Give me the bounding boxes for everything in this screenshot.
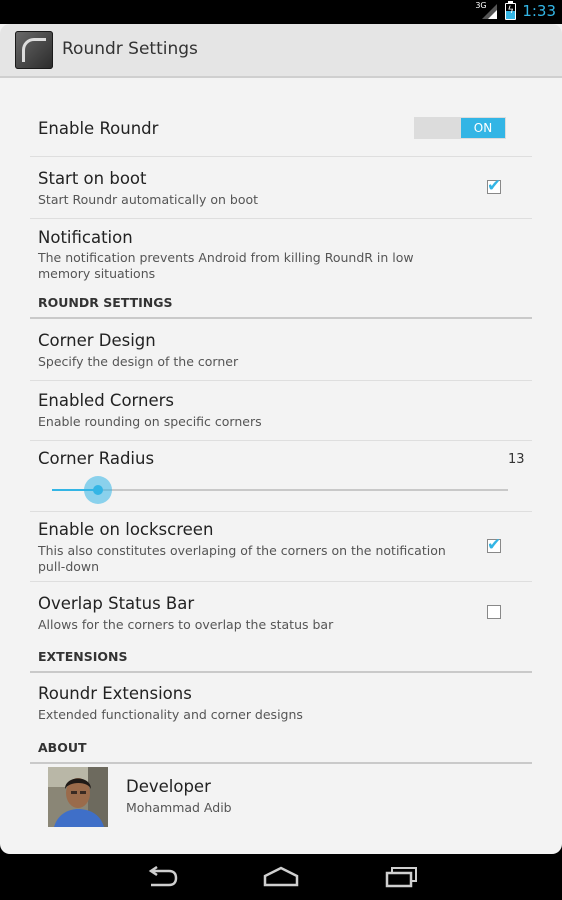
pref-enable-roundr[interactable]: Enable Roundr ON	[30, 77, 532, 157]
start-on-boot-checkbox[interactable]: ✔	[487, 176, 501, 196]
back-icon[interactable]	[145, 865, 179, 892]
charging-bolt-icon: ϟ	[507, 4, 514, 16]
pref-title: Developer	[126, 777, 211, 796]
pref-title: Corner Radius	[38, 449, 155, 468]
corner-radius-value: 13	[508, 452, 525, 467]
navigation-bar	[0, 854, 562, 900]
enable-lockscreen-checkbox[interactable]: ✔	[487, 535, 501, 555]
pref-title: Corner Design	[38, 331, 156, 350]
pref-title: Enable Roundr	[38, 119, 159, 138]
battery-icon: ϟ	[505, 0, 517, 20]
pref-enable-lockscreen[interactable]: Enable on lockscreen This also constitut…	[30, 512, 532, 582]
pref-title: Notification	[38, 228, 133, 247]
pref-summary: Extended functionality and corner design…	[38, 707, 303, 722]
pref-summary: Start Roundr automatically on boot	[38, 192, 259, 207]
pref-summary: Enable rounding on specific corners	[38, 414, 262, 429]
action-bar: Roundr Settings	[0, 24, 562, 78]
developer-avatar	[48, 767, 108, 827]
page-title: Roundr Settings	[62, 39, 198, 59]
overlap-status-bar-checkbox[interactable]	[487, 605, 501, 619]
pref-overlap-status-bar[interactable]: Overlap Status Bar Allows for the corner…	[30, 582, 532, 648]
checkmark-icon: ✔	[487, 176, 502, 196]
pref-corner-radius: Corner Radius 13	[30, 441, 532, 512]
pref-title: Start on boot	[38, 169, 147, 188]
pref-corner-design[interactable]: Corner Design Specify the design of the …	[30, 320, 532, 381]
pref-summary: Mohammad Adib	[126, 800, 232, 815]
section-header-about: ABOUT	[30, 740, 532, 764]
pref-summary: Allows for the corners to overlap the st…	[38, 617, 334, 632]
status-bar: 3G ϟ 1:33	[0, 0, 562, 24]
checkmark-icon: ✔	[487, 535, 502, 555]
signal-type-label: 3G	[475, 1, 487, 10]
slider-thumb[interactable]	[83, 476, 112, 504]
section-header-roundr-settings: ROUNDR SETTINGS	[30, 295, 532, 319]
switch-on-label: ON	[461, 118, 505, 138]
pref-enabled-corners[interactable]: Enabled Corners Enable rounding on speci…	[30, 381, 532, 441]
enable-roundr-switch[interactable]: ON	[414, 117, 506, 139]
pref-developer[interactable]: Developer Mohammad Adib	[30, 765, 532, 831]
pref-title: Overlap Status Bar	[38, 594, 195, 613]
corner-radius-slider[interactable]	[52, 476, 508, 504]
pref-summary: Specify the design of the corner	[38, 354, 239, 369]
recent-apps-icon[interactable]	[384, 866, 420, 892]
pref-title: Enabled Corners	[38, 391, 175, 410]
signal-icon: 3G	[475, 1, 499, 20]
pref-title: Roundr Extensions	[38, 684, 192, 703]
clock: 1:33	[522, 2, 556, 20]
pref-roundr-extensions[interactable]: Roundr Extensions Extended functionality…	[30, 674, 532, 738]
pref-summary: This also constitutes overlaping of the …	[38, 543, 446, 574]
pref-title: Enable on lockscreen	[38, 520, 214, 539]
pref-summary: The notification prevents Android from k…	[38, 250, 414, 281]
pref-notification[interactable]: Notification The notification prevents A…	[30, 219, 532, 299]
home-icon[interactable]	[262, 866, 300, 892]
section-header-extensions: EXTENSIONS	[30, 649, 532, 673]
roundr-app-icon[interactable]	[15, 31, 53, 69]
pref-start-on-boot[interactable]: Start on boot Start Roundr automatically…	[30, 157, 532, 219]
